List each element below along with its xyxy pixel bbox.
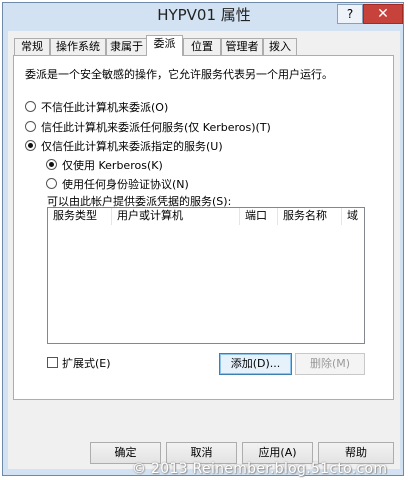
expanded-checkbox-label[interactable]: 扩展式(E) — [62, 355, 111, 371]
radio-do-not-trust[interactable] — [25, 101, 36, 112]
column-service-type[interactable]: 服务类型 — [48, 208, 112, 225]
tab-member-of[interactable]: 隶属于 — [106, 38, 147, 55]
radio-trust-any-service[interactable] — [25, 121, 36, 132]
radio-kerberos-only[interactable] — [46, 159, 57, 170]
radio-trust-specified-services[interactable] — [25, 140, 36, 151]
services-list[interactable]: 服务类型 用户或计算机 端口 服务名称 域 — [47, 207, 365, 344]
help-title-button[interactable]: ? — [337, 4, 363, 24]
column-user-or-computer[interactable]: 用户或计算机 — [112, 208, 240, 225]
radio-do-not-trust-label[interactable]: 不信任此计算机来委派(O) — [41, 99, 168, 115]
column-port[interactable]: 端口 — [240, 208, 278, 225]
tab-managed-by[interactable]: 管理者 — [221, 38, 263, 55]
add-button[interactable]: 添加(D)... — [219, 353, 292, 375]
radio-kerberos-only-label[interactable]: 仅使用 Kerberos(K) — [62, 157, 163, 173]
column-domain[interactable]: 域 — [342, 208, 364, 225]
watermark: © 2013 Reinember.blog.51cto.com — [132, 461, 388, 477]
tab-location[interactable]: 位置 — [183, 38, 221, 55]
tab-general[interactable]: 常规 — [14, 38, 50, 55]
close-icon: ✕ — [377, 6, 389, 22]
radio-any-protocol-label[interactable]: 使用任何身份验证协议(N) — [62, 176, 189, 192]
question-icon: ? — [346, 7, 354, 21]
delegation-description: 委派是一个安全敏感的操作，它允许服务代表另一个用户运行。 — [25, 68, 333, 81]
close-button[interactable]: ✕ — [363, 4, 403, 24]
remove-button[interactable]: 删除(M) — [295, 353, 365, 375]
radio-trust-any-service-label[interactable]: 信任此计算机来委派任何服务(仅 Kerberos)(T) — [41, 119, 271, 135]
expanded-checkbox[interactable] — [47, 357, 58, 368]
column-service-name[interactable]: 服务名称 — [278, 208, 342, 225]
radio-any-protocol[interactable] — [46, 178, 57, 189]
radio-trust-specified-services-label[interactable]: 仅信任此计算机来委派指定的服务(U) — [41, 138, 223, 154]
tab-delegation[interactable]: 委派 — [146, 35, 183, 56]
tab-dial-in[interactable]: 拨入 — [263, 38, 297, 55]
tab-operating-system[interactable]: 操作系统 — [50, 38, 106, 55]
